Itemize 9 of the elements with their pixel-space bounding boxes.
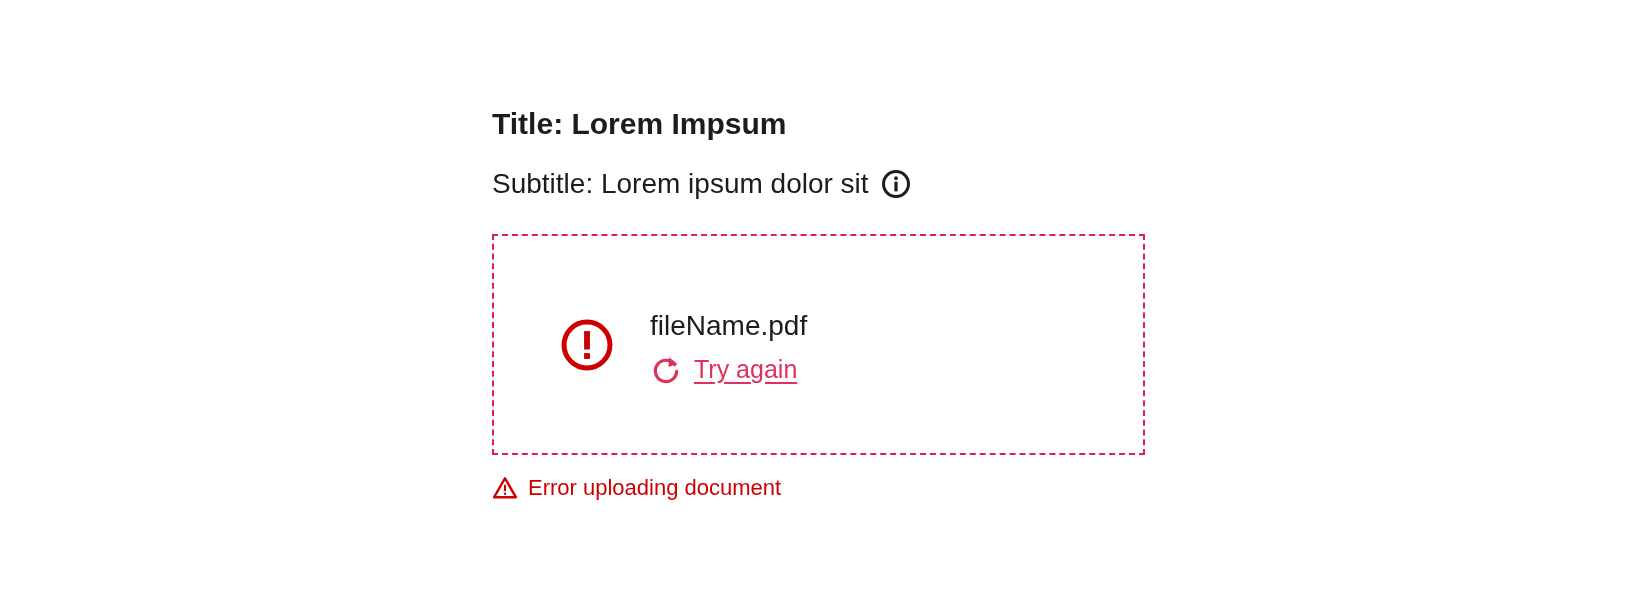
subtitle: Subtitle: Lorem ipsum dolor sit (492, 168, 869, 200)
title: Title: Lorem Impsum (492, 106, 788, 142)
info-icon[interactable] (880, 169, 911, 199)
upload-dropzone[interactable]: fileName.pdf Try again (492, 234, 1145, 455)
error-message: Error uploading document (528, 475, 782, 501)
try-again-link[interactable]: Try again (694, 355, 798, 384)
file-name: fileName.pdf (650, 309, 808, 342)
warning-icon (492, 475, 518, 501)
error-icon (560, 317, 614, 372)
